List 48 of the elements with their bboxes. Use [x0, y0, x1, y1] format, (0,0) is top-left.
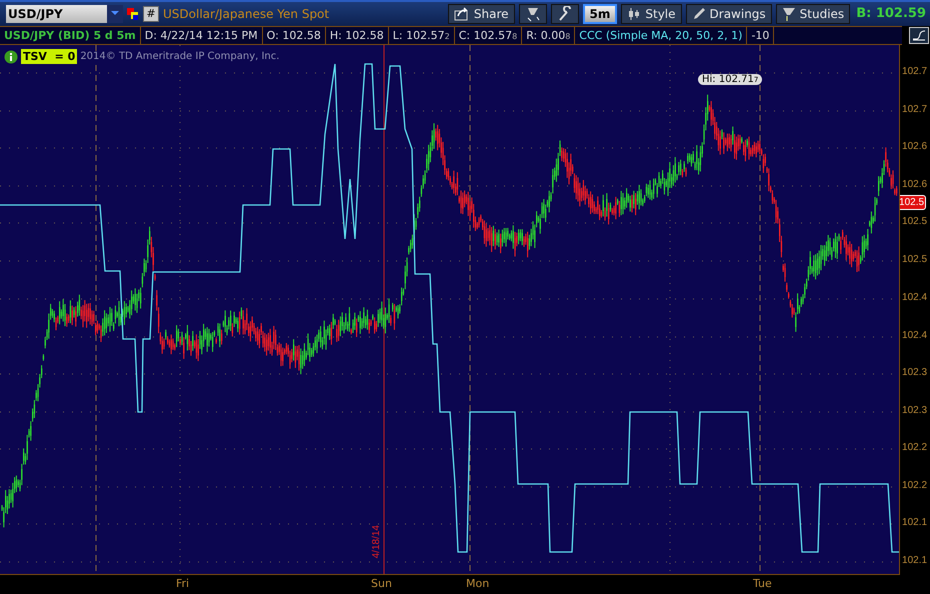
- y-axis-label: 102.6: [902, 179, 928, 190]
- info-cell: D: 4/22/14 12:15 PM: [140, 26, 263, 44]
- bid-price: B: 102.59: [856, 6, 926, 22]
- y-axis-label: 102.1: [902, 555, 928, 566]
- y-axis-label: 102.4: [902, 330, 928, 342]
- y-axis-label: 102.5: [902, 254, 928, 266]
- y-axis-label: 102.1: [902, 517, 928, 528]
- study-label: TSV = 0: [21, 49, 78, 64]
- period-button[interactable]: 5m: [582, 4, 618, 24]
- x-axis-label: Sun: [371, 577, 392, 590]
- style-button[interactable]: Style: [621, 4, 682, 24]
- x-axis-label: Tue: [753, 577, 772, 590]
- link-color-icon[interactable]: [127, 6, 139, 21]
- y-axis-label: 102.6: [902, 141, 928, 152]
- wrench-icon: [556, 6, 573, 22]
- date-marker: 4/18/14: [371, 525, 382, 559]
- y-axis-label: 102.5: [902, 216, 928, 228]
- x-axis-label: Mon: [466, 577, 490, 590]
- y-axis-label: 102.7: [902, 66, 928, 78]
- share-button[interactable]: Share: [448, 4, 515, 24]
- info-icon[interactable]: [4, 50, 18, 64]
- x-axis-label: Fri: [176, 577, 190, 590]
- candlestick-icon: [627, 6, 642, 21]
- wrench-button[interactable]: [550, 4, 579, 24]
- info-cell: O: 102.58: [262, 26, 326, 44]
- copyright-text: 2014© TD Ameritrade IP Company, Inc.: [80, 51, 280, 62]
- pencil-icon: [692, 6, 706, 21]
- studies-button[interactable]: Studies: [776, 4, 850, 24]
- curve-icon: [912, 29, 926, 42]
- last-price-tag: 102.5: [900, 195, 926, 210]
- y-axis-label: 102.3: [902, 367, 928, 378]
- info-cell: USD/JPY (BID) 5 d 5m: [0, 26, 141, 44]
- info-cell: CCC (Simple MA, 20, 50, 2, 1): [575, 26, 748, 44]
- share-icon: [454, 6, 470, 21]
- info-cell: H: 102.58: [326, 26, 389, 44]
- y-axis-label: 102.2: [902, 442, 928, 454]
- symbol-selector[interactable]: USD/JPY: [6, 4, 123, 23]
- drawings-button[interactable]: Drawings: [686, 4, 772, 24]
- y-axis-label: 102.3: [902, 405, 928, 416]
- scale-button[interactable]: [909, 26, 929, 44]
- y-axis-label: 102.7: [902, 104, 928, 116]
- hash-button[interactable]: #: [143, 6, 159, 22]
- tool-button[interactable]: [518, 4, 547, 24]
- symbol-description: USDollar/Japanese Yen Spot: [163, 6, 330, 21]
- dropdown-icon[interactable]: [107, 4, 123, 23]
- y-axis-label: 102.4: [902, 292, 928, 304]
- y-axis-label: 102.2: [902, 480, 928, 492]
- info-cell: -10: [747, 26, 774, 44]
